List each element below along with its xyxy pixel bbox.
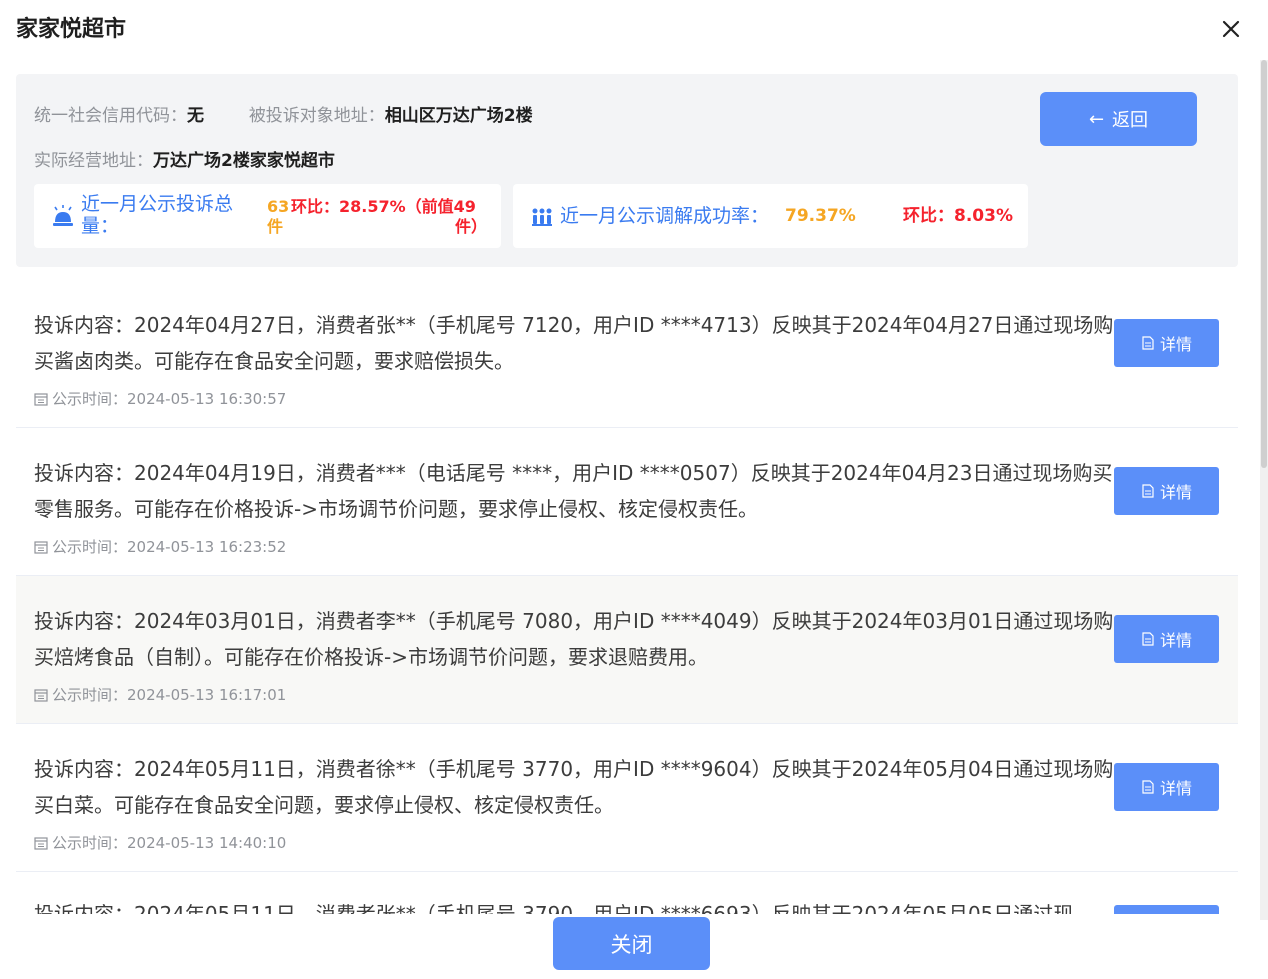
complaints-stat-label: 近一月公示投诉总量： xyxy=(81,193,234,237)
calendar-icon xyxy=(34,688,48,702)
dialog-header: 家家悦超市 xyxy=(16,14,1252,46)
complaint-content: 投诉内容：2024年03月01日，消费者李**（手机尾号 7080，用户ID *… xyxy=(34,609,1114,669)
complaint-item: 投诉内容：2024年03月01日，消费者李**（手机尾号 7080，用户ID *… xyxy=(16,576,1238,724)
complaint-content: 投诉内容：2024年05月11日，消费者张**（手机尾号 3790，用户ID *… xyxy=(34,902,1074,914)
complaint-item: 投诉内容：2024年05月11日，消费者徐**（手机尾号 3770，用户ID *… xyxy=(16,724,1238,872)
complaint-list[interactable]: 投诉内容：2024年04月27日，消费者张**（手机尾号 7120，用户ID *… xyxy=(16,280,1238,914)
actual-address-value: 万达广场2楼家家悦超市 xyxy=(153,151,335,171)
publish-time-text: 公示时间：2024-05-13 16:17:01 xyxy=(52,686,287,704)
credit-code-label: 统一社会信用代码： xyxy=(34,106,187,126)
publish-time-text: 公示时间：2024-05-13 16:30:57 xyxy=(52,390,287,408)
publish-time: 公示时间：2024-05-13 16:17:01 xyxy=(34,684,286,705)
publish-time-text: 公示时间：2024-05-13 16:23:52 xyxy=(52,538,287,556)
complaint-dialog: 家家悦超市 统一社会信用代码：无 被投诉对象地址：相山区万达广场2楼 实际经营地… xyxy=(0,0,1268,979)
address-value: 相山区万达广场2楼 xyxy=(384,106,533,126)
back-button[interactable]: ← 返回 xyxy=(1040,92,1197,146)
detail-button[interactable] xyxy=(1114,905,1219,914)
mediation-rate: 79.37% xyxy=(785,206,856,226)
calendar-icon xyxy=(34,836,48,850)
address-label: 被投诉对象地址： xyxy=(248,106,385,126)
close-button[interactable]: 关闭 xyxy=(553,917,710,970)
info-row-primary: 统一社会信用代码：无 被投诉对象地址：相山区万达广场2楼 xyxy=(34,104,533,128)
merchant-info-card: 统一社会信用代码：无 被投诉对象地址：相山区万达广场2楼 实际经营地址：万达广场… xyxy=(16,74,1238,267)
mediation-stat-label: 近一月公示调解成功率： xyxy=(560,205,770,227)
detail-button[interactable]: 详情 xyxy=(1114,615,1219,663)
close-icon[interactable] xyxy=(1218,16,1244,42)
document-icon xyxy=(1142,632,1154,646)
complaints-compare: 环比：28.57%（前值49 xyxy=(291,197,476,216)
back-button-label: 返回 xyxy=(1112,110,1149,131)
publish-time: 公示时间：2024-05-13 16:23:52 xyxy=(34,536,286,557)
detail-button[interactable]: 详情 xyxy=(1114,763,1219,811)
people-icon xyxy=(532,208,552,226)
scrollbar[interactable] xyxy=(1260,60,1268,920)
calendar-icon xyxy=(34,392,48,406)
document-icon xyxy=(1142,780,1154,794)
detail-button-label: 详情 xyxy=(1159,483,1192,502)
detail-button[interactable]: 详情 xyxy=(1114,319,1219,367)
scrollbar-thumb[interactable] xyxy=(1261,60,1267,468)
dialog-title: 家家悦超市 xyxy=(16,17,127,42)
complaints-unit: 件 xyxy=(267,217,284,236)
document-icon xyxy=(1142,336,1154,350)
detail-button[interactable]: 详情 xyxy=(1114,467,1219,515)
actual-address-label: 实际经营地址： xyxy=(34,151,153,171)
complaint-item: 投诉内容：2024年05月11日，消费者张**（手机尾号 3790，用户ID *… xyxy=(16,872,1238,914)
arrow-left-icon: ← xyxy=(1088,108,1105,130)
credit-code-value: 无 xyxy=(187,106,204,126)
complaints-prev-tail: 件） xyxy=(454,217,487,236)
info-row-actual-address: 实际经营地址：万达广场2楼家家悦超市 xyxy=(34,149,335,173)
complaint-item: 投诉内容：2024年04月27日，消费者张**（手机尾号 7120，用户ID *… xyxy=(16,280,1238,428)
calendar-icon xyxy=(34,540,48,554)
complaint-content: 投诉内容：2024年04月27日，消费者张**（手机尾号 7120，用户ID *… xyxy=(34,313,1114,373)
publish-time: 公示时间：2024-05-13 16:30:57 xyxy=(34,388,286,409)
complaints-count: 63 xyxy=(267,197,290,216)
publish-time: 公示时间：2024-05-13 14:40:10 xyxy=(34,832,286,853)
detail-button-label: 详情 xyxy=(1159,779,1192,798)
mediation-stat-card: 近一月公示调解成功率： 79.37% 环比：8.03% xyxy=(513,184,1028,248)
complaints-stat-card: 近一月公示投诉总量： 63 件 环比：28.57%（前值49 件） xyxy=(34,184,501,248)
detail-button-label: 详情 xyxy=(1159,631,1192,650)
complaint-item: 投诉内容：2024年04月19日，消费者***（电话尾号 ****，用户ID *… xyxy=(16,428,1238,576)
publish-time-text: 公示时间：2024-05-13 14:40:10 xyxy=(52,834,287,852)
complaint-content: 投诉内容：2024年05月11日，消费者徐**（手机尾号 3770，用户ID *… xyxy=(34,757,1114,817)
document-icon xyxy=(1142,484,1154,498)
mediation-compare: 环比：8.03% xyxy=(903,206,1013,226)
alarm-icon xyxy=(53,205,73,226)
detail-button-label: 详情 xyxy=(1159,335,1192,354)
complaint-content: 投诉内容：2024年04月19日，消费者***（电话尾号 ****，用户ID *… xyxy=(34,461,1113,521)
